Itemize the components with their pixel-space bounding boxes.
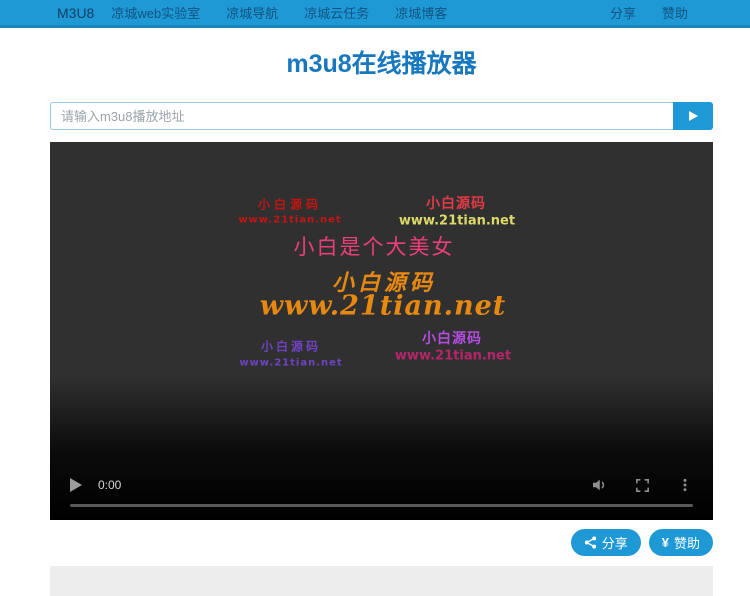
nav-link-cloud-task[interactable]: 凉城云任务 (291, 3, 382, 22)
play-submit-button[interactable] (673, 102, 713, 130)
yen-icon: ¥ (661, 535, 669, 550)
video-player[interactable]: 小白源码 www.21tian.net 小白源码 www.21tian.net 小白是个… (50, 142, 713, 520)
navbar: M3U8 凉城web实验室 凉城导航 凉城云任务 凉城博客 分享 赞助 (0, 0, 750, 28)
wm-bottom-right-title: 小白源码 (422, 331, 482, 347)
video-controls: 0:00 (50, 476, 713, 494)
wm-bottom-right-url: www.21tian.net (394, 348, 512, 364)
donate-button[interactable]: ¥ 赞助 (648, 529, 713, 556)
share-button-label: 分享 (601, 536, 628, 551)
nav-link-donate[interactable]: 赞助 (649, 3, 701, 22)
wm-center-url: www.21tian.net (259, 290, 507, 322)
m3u8-url-input[interactable] (50, 102, 673, 130)
wm-bottom-left-title: 小白源码 (260, 339, 322, 354)
donate-button-label: 赞助 (673, 536, 700, 551)
fullscreen-icon[interactable] (634, 477, 651, 494)
brand-m3u8[interactable]: M3U8 (57, 5, 94, 21)
video-progress-bar[interactable] (70, 504, 693, 507)
wm-top-left-title: 小白源码 (257, 197, 323, 212)
wm-top-right-url: www.21tian.net (398, 213, 516, 229)
play-button[interactable] (70, 478, 82, 492)
nav-link-share[interactable]: 分享 (597, 3, 649, 22)
navbar-right: 分享 赞助 (597, 3, 701, 22)
play-icon (688, 111, 698, 121)
nav-link-nav[interactable]: 凉城导航 (213, 3, 291, 22)
navbar-inner: M3U8 凉城web实验室 凉城导航 凉城云任务 凉城博客 分享 赞助 (50, 3, 713, 22)
url-input-group (50, 102, 713, 130)
nav-link-web-lab[interactable]: 凉城web实验室 (98, 3, 213, 22)
action-buttons: 分享 ¥ 赞助 (50, 529, 713, 556)
wm-center-slogan: 小白是个大美女 (293, 235, 455, 259)
wm-top-left-url: www.21tian.net (238, 214, 342, 226)
share-button[interactable]: 分享 (570, 529, 641, 556)
page-title: m3u8在线播放器 (286, 50, 477, 78)
time-display: 0:00 (98, 478, 122, 492)
more-options-icon[interactable] (677, 477, 693, 493)
wm-bottom-left-url: www.21tian.net (239, 357, 343, 369)
share-icon (584, 536, 596, 549)
wm-top-right-title: 小白源码 (426, 196, 486, 212)
main-container: m3u8在线播放器 小白源码www.21tian.net小白源码www.21ti… (50, 50, 713, 556)
footer-bar (50, 566, 713, 596)
nav-link-blog[interactable]: 凉城博客 (382, 3, 460, 22)
volume-icon[interactable] (590, 476, 608, 494)
